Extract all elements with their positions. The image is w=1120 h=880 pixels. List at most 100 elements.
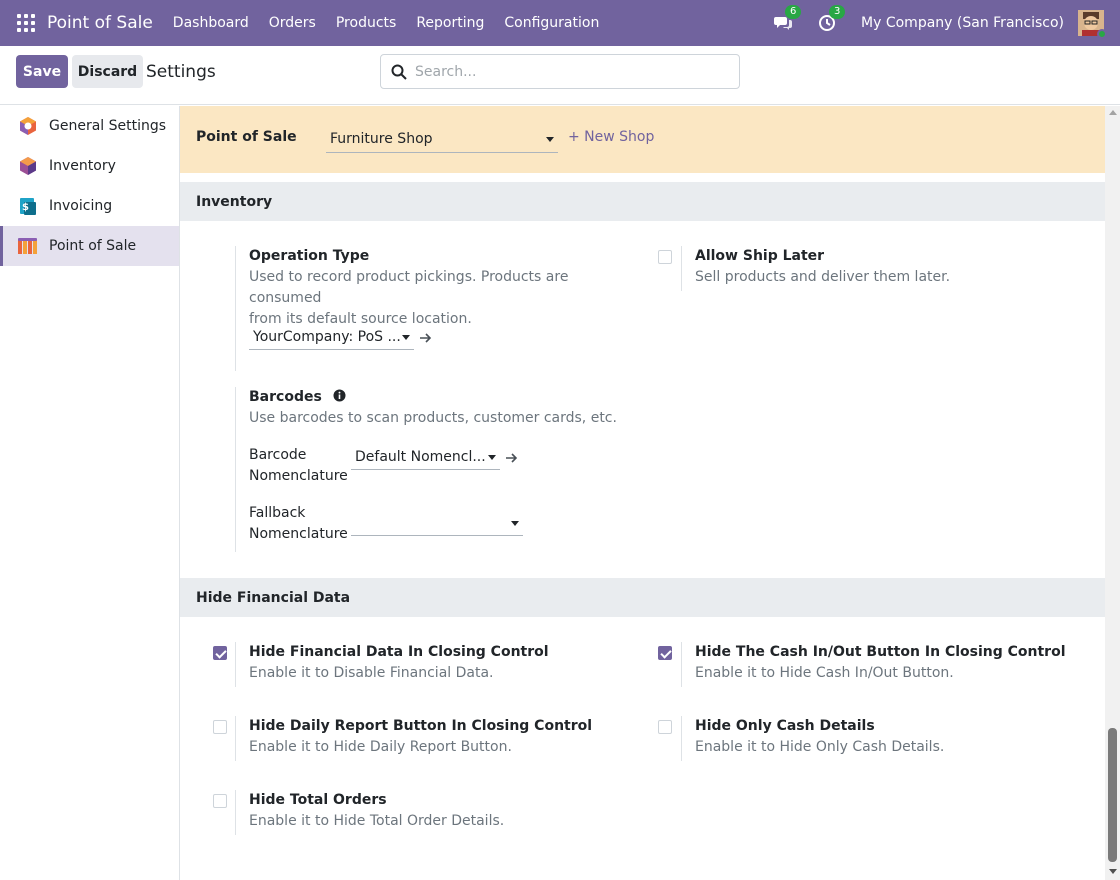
activities-button[interactable]: 3 (817, 5, 846, 33)
barcode-nomenclature-value: Default Nomencl... (355, 449, 486, 465)
chevron-down-icon (511, 521, 519, 526)
page-title: Settings (146, 62, 216, 82)
hide-cash-in-out-checkbox[interactable] (658, 646, 672, 660)
online-status-dot (1097, 29, 1107, 39)
setting-divider (235, 642, 236, 687)
search-input[interactable] (415, 63, 715, 80)
sidebar-item-label: Inventory (49, 158, 116, 174)
app-brand[interactable]: Point of Sale (47, 13, 153, 33)
label-line: Barcode (249, 447, 307, 463)
hide-total-orders-checkbox[interactable] (213, 794, 227, 808)
scrollbar-thumb[interactable] (1108, 728, 1117, 862)
search-box[interactable] (380, 54, 740, 89)
setting-description: Enable it to Hide Total Order Details. (249, 813, 505, 829)
general-settings-icon (17, 115, 39, 137)
setting-divider (235, 246, 236, 371)
new-shop-button[interactable]: + New Shop (568, 129, 654, 145)
section-header-hide-financial-data: Hide Financial Data (180, 578, 1105, 617)
setting-divider (235, 387, 236, 552)
svg-text:$: $ (22, 202, 29, 213)
menu-configuration[interactable]: Configuration (504, 15, 599, 31)
sidebar-item-label: Point of Sale (49, 238, 137, 254)
menu-reporting[interactable]: Reporting (416, 15, 484, 31)
label-line: Nomenclature (249, 526, 348, 542)
hide-daily-report-checkbox[interactable] (213, 720, 227, 734)
setting-operation-type: Operation Type Used to record product pi… (235, 246, 615, 371)
setting-description: Use barcodes to scan products, customer … (249, 410, 617, 426)
messages-count-badge: 6 (785, 5, 802, 19)
setting-description: Enable it to Disable Financial Data. (249, 665, 494, 681)
control-panel: Save Discard Settings (0, 46, 1120, 105)
setting-hide-daily-report: Hide Daily Report Button In Closing Cont… (205, 716, 625, 761)
sidebar-item-point-of-sale[interactable]: Point of Sale (0, 226, 179, 266)
messages-button[interactable]: 6 (773, 5, 802, 33)
setting-hide-total-orders: Hide Total Orders Enable it to Hide Tota… (205, 790, 625, 835)
activities-count-badge: 3 (829, 5, 846, 19)
scroll-up-arrow-icon[interactable] (1109, 110, 1117, 115)
barcode-nomenclature-select[interactable]: Default Nomencl... (351, 445, 500, 470)
setting-title: Hide Total Orders (249, 792, 387, 808)
fallback-nomenclature-select[interactable] (351, 511, 523, 536)
chevron-down-icon (402, 335, 410, 340)
setting-title: Hide Financial Data In Closing Control (249, 644, 549, 660)
sidebar-item-label: Invoicing (49, 198, 113, 214)
arrow-right-icon[interactable] (505, 451, 519, 465)
hide-only-cash-details-checkbox[interactable] (658, 720, 672, 734)
search-icon (391, 64, 407, 80)
setting-description: Enable it to Hide Daily Report Button. (249, 739, 512, 755)
operation-type-select[interactable]: YourCompany: PoS ... (249, 325, 414, 350)
fallback-nomenclature-label: Fallback Nomenclature (249, 503, 348, 545)
save-button[interactable]: Save (16, 55, 68, 88)
setting-description: Used to record product pickings. Product… (249, 269, 569, 306)
setting-divider (681, 642, 682, 687)
setting-title: Hide Daily Report Button In Closing Cont… (249, 718, 593, 734)
barcodes-title: Barcodes (249, 389, 322, 405)
shop-selector-bar: Point of Sale Furniture Shop + New Shop (180, 106, 1105, 173)
inventory-app-icon (17, 155, 39, 177)
scroll-down-arrow-icon[interactable] (1109, 869, 1117, 874)
company-switcher[interactable]: My Company (San Francisco) (861, 15, 1064, 31)
setting-divider (681, 716, 682, 761)
sidebar-item-label: General Settings (49, 118, 167, 134)
shop-select[interactable]: Furniture Shop (326, 126, 558, 153)
setting-divider (235, 790, 236, 835)
setting-description: Enable it to Hide Only Cash Details. (695, 739, 945, 755)
setting-divider (235, 716, 236, 761)
shop-select-value: Furniture Shop (330, 131, 433, 147)
setting-title: Allow Ship Later (695, 248, 825, 264)
shop-label: Point of Sale (196, 129, 297, 145)
settings-content: Point of Sale Furniture Shop + New Shop … (180, 106, 1105, 880)
setting-hide-cash-in-out: Hide The Cash In/Out Button In Closing C… (650, 642, 1090, 687)
setting-title: Operation Type (249, 248, 370, 264)
arrow-right-icon[interactable] (419, 331, 433, 345)
setting-divider (681, 246, 682, 291)
menu-products[interactable]: Products (336, 15, 396, 31)
barcode-nomenclature-label: Barcode Nomenclature (249, 445, 348, 487)
label-line: Fallback (249, 505, 306, 521)
sidebar-item-invoicing[interactable]: $ Invoicing (0, 186, 179, 226)
hide-financial-data-checkbox[interactable] (213, 646, 227, 660)
discard-button[interactable]: Discard (72, 55, 143, 88)
pos-app-icon (17, 235, 39, 257)
setting-hide-financial-data: Hide Financial Data In Closing Control E… (205, 642, 625, 687)
setting-hide-only-cash-details: Hide Only Cash Details Enable it to Hide… (650, 716, 1090, 761)
allow-ship-later-checkbox[interactable] (658, 250, 672, 264)
info-icon[interactable] (333, 389, 346, 402)
top-navbar: Point of Sale Dashboard Orders Products … (0, 0, 1120, 46)
chevron-down-icon (488, 455, 496, 460)
sidebar-item-general-settings[interactable]: General Settings (0, 106, 179, 146)
apps-menu-icon[interactable] (17, 14, 35, 32)
setting-description: Sell products and deliver them later. (695, 269, 951, 285)
setting-title: Hide The Cash In/Out Button In Closing C… (695, 644, 1066, 660)
invoicing-app-icon: $ (17, 195, 39, 217)
menu-dashboard[interactable]: Dashboard (173, 15, 249, 31)
menu-orders[interactable]: Orders (269, 15, 316, 31)
setting-allow-ship-later: Allow Ship Later Sell products and deliv… (650, 246, 1090, 291)
user-avatar[interactable] (1078, 10, 1107, 39)
section-header-inventory: Inventory (180, 182, 1105, 221)
chevron-down-icon (546, 137, 554, 142)
setting-description: Enable it to Hide Cash In/Out Button. (695, 665, 954, 681)
setting-title: Hide Only Cash Details (695, 718, 875, 734)
setting-title: Barcodes (249, 387, 619, 408)
sidebar-item-inventory[interactable]: Inventory (0, 146, 179, 186)
